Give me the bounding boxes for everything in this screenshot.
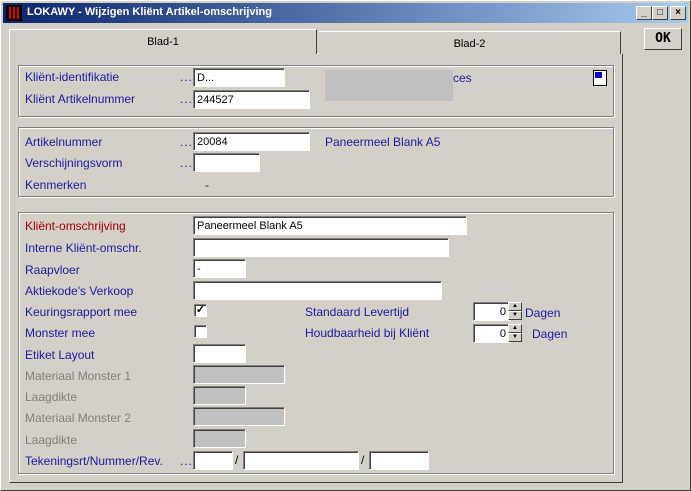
tekening-slash-2: / <box>361 453 365 467</box>
etiket-label: Etiket Layout <box>25 348 95 362</box>
omschrijving-field[interactable]: Paneermeel Blank A5 <box>193 216 467 235</box>
maximize-button[interactable]: □ <box>652 6 668 20</box>
etiket-field[interactable] <box>193 344 246 363</box>
raapvloer-field[interactable]: - <box>193 259 246 278</box>
intern-label: Interne Kliënt-omschr. <box>25 241 142 255</box>
houdbaarheid-label: Houdbaarheid bij Kliënt <box>305 326 430 340</box>
client-id-dots: ... <box>180 70 194 84</box>
tekening-nummer-field[interactable] <box>243 451 359 470</box>
client-id-field[interactable]: D... <box>193 68 285 87</box>
levertijd-label: Standaard Levertijd <box>305 305 410 319</box>
artnr-label: Artikelnummer <box>25 135 103 149</box>
artnr-dots: ... <box>180 135 194 149</box>
laagdikte2-label: Laagdikte <box>25 433 78 447</box>
verschijningsvorm-label: Verschijningsvorm <box>25 156 123 170</box>
client-artnr-field[interactable]: 244527 <box>193 90 310 109</box>
client-artnr-dots: ... <box>180 92 194 106</box>
levertijd-spin-up-icon[interactable]: ▲ <box>508 302 522 311</box>
window-title: LOKAWY - Wijzigen Kliënt Artikel-omschri… <box>27 6 272 18</box>
monster-checkbox[interactable] <box>194 325 207 338</box>
materiaal1-label: Materiaal Monster 1 <box>25 369 132 383</box>
raapvloer-label: Raapvloer <box>25 263 80 277</box>
client-name-suffix: ces <box>453 71 472 85</box>
houdbaarheid-spin-down-icon[interactable]: ▼ <box>508 333 522 342</box>
omschrijving-label: Kliënt-omschrijving <box>25 219 126 233</box>
laagdikte1-label: Laagdikte <box>25 390 78 404</box>
tekening-dots: ... <box>180 454 194 468</box>
artnr-field[interactable]: 20084 <box>193 132 310 151</box>
aktiekode-field[interactable] <box>193 281 442 300</box>
materiaal2-label: Materiaal Monster 2 <box>25 411 132 425</box>
verschijningsvorm-field[interactable] <box>193 153 260 172</box>
title-bar[interactable]: LOKAWY - Wijzigen Kliënt Artikel-omschri… <box>3 3 688 23</box>
client-id-label: Kliënt-identifikatie <box>25 70 120 84</box>
article-description: Paneermeel Blank A5 <box>325 135 441 149</box>
tab-blad-2[interactable]: Blad-2 <box>319 31 621 54</box>
tekening-soort-field[interactable] <box>193 451 233 470</box>
houdbaarheid-field[interactable]: 0 <box>473 324 511 343</box>
aktiekode-label: Aktiekode's Verkoop <box>25 284 134 298</box>
ok-button[interactable]: OK <box>644 28 682 50</box>
keuring-checkbox[interactable]: ✓ <box>194 304 207 317</box>
document-icon[interactable] <box>593 70 607 86</box>
materiaal1-field <box>193 365 285 384</box>
houdbaarheid-spin-up-icon[interactable]: ▲ <box>508 324 522 333</box>
tekening-label: Tekeningsrt/Nummer/Rev. <box>25 454 163 468</box>
laagdikte2-field <box>193 429 246 448</box>
levertijd-unit: Dagen <box>525 306 561 320</box>
materiaal2-field <box>193 407 285 426</box>
client-name-redacted <box>325 70 453 101</box>
intern-field[interactable] <box>193 238 449 257</box>
verschijningsvorm-dots: ... <box>180 156 194 170</box>
kenmerken-label: Kenmerken <box>25 178 87 192</box>
kenmerken-value: - <box>205 178 209 192</box>
keuring-label: Keuringsrapport mee <box>25 305 138 319</box>
laagdikte1-field <box>193 386 246 405</box>
app-icon[interactable] <box>6 5 22 21</box>
monster-label: Monster mee <box>25 326 96 340</box>
levertijd-field[interactable]: 0 <box>473 302 511 321</box>
levertijd-spin-down-icon[interactable]: ▼ <box>508 311 522 320</box>
tekening-slash-1: / <box>235 453 239 467</box>
tab-blad-1[interactable]: Blad-1 <box>9 29 317 54</box>
minimize-button[interactable]: _ <box>636 6 652 20</box>
houdbaarheid-unit: Dagen <box>532 327 568 341</box>
close-button[interactable]: × <box>670 6 686 20</box>
client-artnr-label: Kliënt Artikelnummer <box>25 92 136 106</box>
main-window: LOKAWY - Wijzigen Kliënt Artikel-omschri… <box>0 0 691 491</box>
tekening-rev-field[interactable] <box>369 451 429 470</box>
